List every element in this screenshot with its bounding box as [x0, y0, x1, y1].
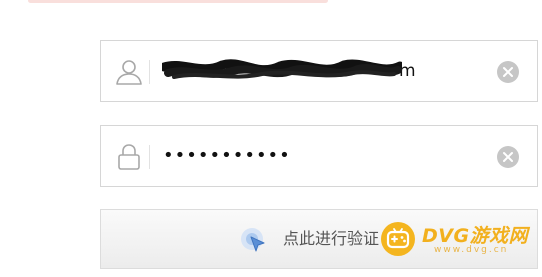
field-separator [149, 60, 150, 84]
username-value: m [399, 61, 416, 81]
watermark-title: DVG游戏网 [422, 225, 529, 247]
site-watermark: DVG游戏网 www.dvg.cn [374, 219, 540, 259]
cursor-click-icon [239, 226, 269, 256]
field-separator [149, 145, 150, 169]
top-accent-strip [28, 0, 328, 3]
verify-button-label: 点此进行验证 [283, 229, 380, 248]
user-icon [114, 57, 144, 87]
password-field[interactable]: ••••••••••• [100, 125, 538, 187]
username-field[interactable]: m [100, 40, 538, 102]
watermark-url: www.dvg.cn [434, 245, 509, 255]
password-value: ••••••••••• [163, 145, 291, 166]
clear-username-icon[interactable] [497, 61, 519, 83]
gamepad-logo-icon [380, 221, 416, 257]
lock-icon [114, 142, 144, 172]
clear-password-icon[interactable] [497, 146, 519, 168]
